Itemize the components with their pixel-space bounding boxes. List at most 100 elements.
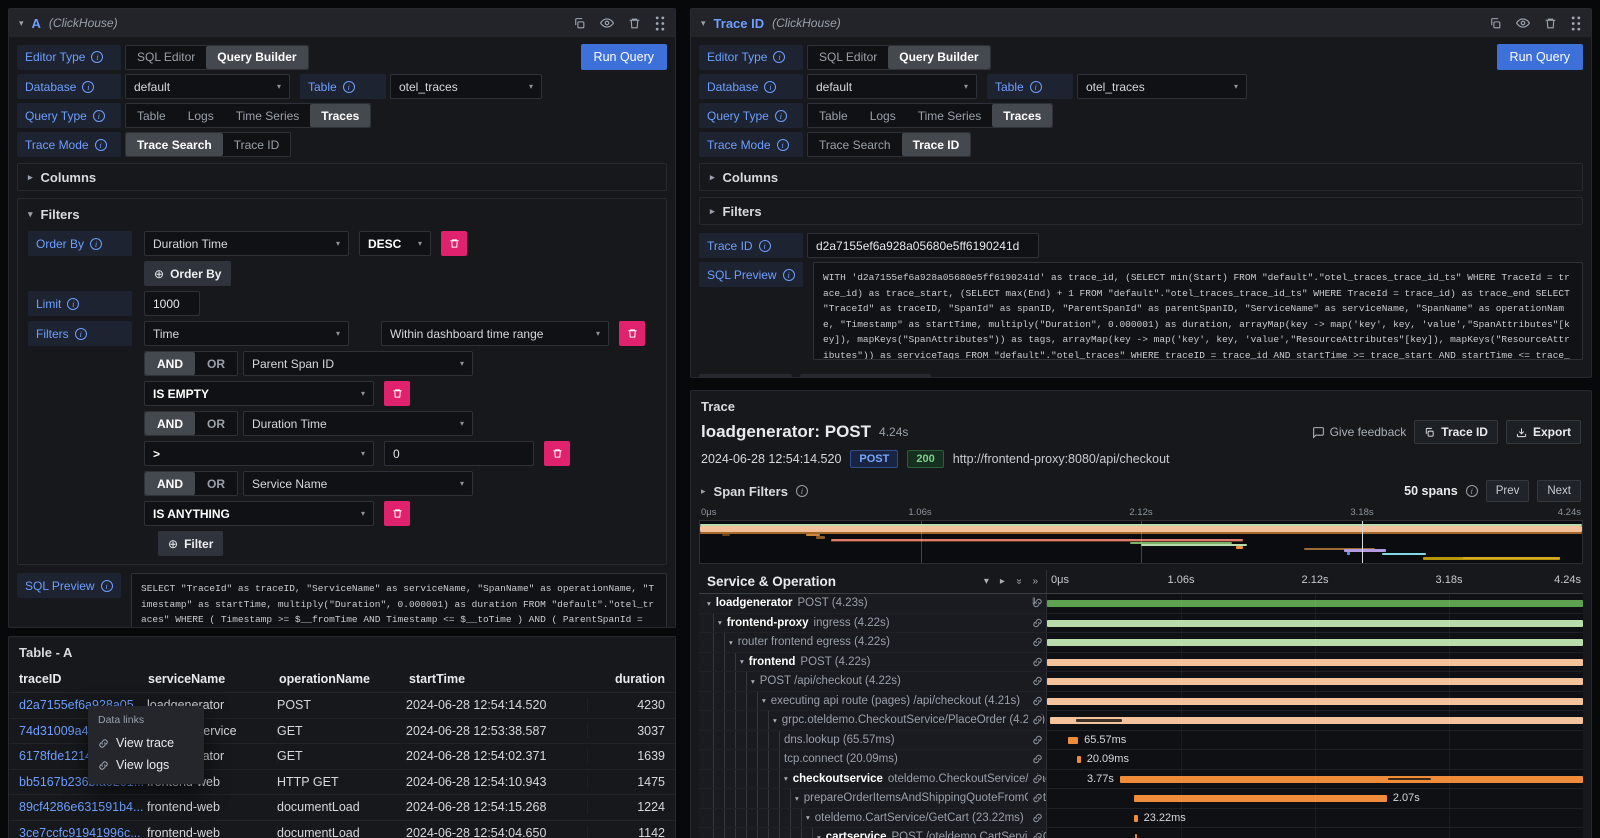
span-link-icon[interactable] (1028, 656, 1043, 667)
query-builder-option[interactable]: Query Builder (206, 46, 307, 69)
info-icon[interactable]: i (82, 81, 94, 93)
span-duration-bar[interactable] (1047, 639, 1583, 646)
database-select[interactable]: default▾ (807, 74, 977, 99)
duplicate-query-icon[interactable] (573, 17, 586, 30)
run-query-button[interactable]: Run Query (1497, 44, 1583, 70)
span-duration-bar[interactable] (1068, 737, 1078, 744)
condition-operator-select[interactable]: IS EMPTY▾ (144, 381, 374, 406)
view-trace-link[interactable]: View trace (98, 732, 194, 754)
span-duration-bar[interactable] (1134, 795, 1387, 802)
trace-id-link[interactable]: 3ce7ccfc91941996c... (19, 826, 148, 838)
span-link-icon[interactable] (1028, 637, 1043, 648)
query-builder-option[interactable]: Query Builder (888, 46, 989, 69)
span-name-cell[interactable]: dns.lookup (65.57ms) (699, 731, 1047, 750)
span-name-cell[interactable]: tcp.connect (20.09ms) (699, 750, 1047, 769)
info-icon[interactable]: i (95, 139, 107, 151)
trace-search-option[interactable]: Trace Search (126, 133, 223, 156)
remove-order-by-button[interactable] (441, 231, 467, 256)
span-link-icon[interactable] (1028, 793, 1043, 804)
limit-input[interactable]: 1000 (144, 291, 200, 316)
chevron-down-icon[interactable]: ▾ (718, 618, 722, 627)
info-icon[interactable]: i (1030, 81, 1042, 93)
give-feedback-button[interactable]: Give feedback (1312, 425, 1407, 439)
chevron-down-icon[interactable]: ▾ (784, 774, 788, 783)
column-header-duration[interactable]: duration (591, 672, 665, 686)
info-icon[interactable]: i (75, 328, 87, 340)
span-link-icon[interactable] (1028, 734, 1043, 745)
span-link-icon[interactable] (1028, 715, 1043, 726)
chevron-down-icon[interactable]: ▾ (740, 657, 744, 666)
span-bar-cell[interactable] (1047, 614, 1583, 633)
trace-id-input[interactable]: d2a7155ef6a928a05680e5ff6190241d (807, 233, 1039, 258)
span-name-cell[interactable]: ▾checkoutserviceoteldemo.CheckoutService… (699, 770, 1047, 789)
chevron-down-icon[interactable]: ▾ (817, 833, 821, 838)
span-link-icon[interactable] (1028, 832, 1043, 838)
span-link-icon[interactable] (1028, 754, 1043, 765)
panel-collapse-icon[interactable]: ▾ (701, 19, 706, 28)
panel-collapse-icon[interactable]: ▾ (19, 19, 24, 28)
add-filter-button[interactable]: ⊕Filter (158, 531, 223, 556)
collapse-all-icon[interactable]: » (1013, 579, 1024, 585)
copy-trace-id-button[interactable]: Trace ID (1414, 420, 1498, 444)
collapse-one-icon[interactable]: ▾ (984, 576, 989, 587)
order-by-field-select[interactable]: Duration Time▾ (144, 231, 349, 256)
column-header-trace-id[interactable]: traceID (19, 672, 148, 686)
query-type-logs[interactable]: Logs (177, 104, 225, 127)
query-type-traces[interactable]: Traces (310, 104, 370, 127)
column-header-operation[interactable]: operationName (279, 672, 409, 686)
info-icon[interactable]: i (67, 298, 79, 310)
add-order-by-button[interactable]: ⊕Order By (144, 261, 231, 286)
info-icon[interactable]: i (1466, 485, 1478, 497)
info-icon[interactable]: i (343, 81, 355, 93)
query-type-time-series[interactable]: Time Series (907, 104, 993, 127)
drag-handle-icon[interactable] (655, 16, 665, 31)
span-name-cell[interactable]: ▾frontendPOST (4.22s) (699, 653, 1047, 672)
trace-id-link[interactable]: 89cf4286e631591b4... (19, 800, 148, 814)
condition-operator-select[interactable]: >▾ (144, 441, 374, 466)
column-header-service[interactable]: serviceName (148, 672, 279, 686)
or-option[interactable]: OR (195, 472, 237, 495)
info-icon[interactable]: i (777, 139, 789, 151)
span-name-cell[interactable]: ▾prepareOrderItemsAndShippingQuoteFromCa… (699, 789, 1047, 808)
span-name-cell[interactable]: ▾executing api route (pages) /api/checko… (699, 692, 1047, 711)
span-duration-bar[interactable] (1047, 659, 1583, 666)
span-name-cell[interactable]: ▾oteldemo.CartService/GetCart (23.22ms) (699, 809, 1047, 828)
span-name-cell[interactable]: ▾frontend-proxyingress (4.22s) (699, 614, 1047, 633)
chevron-down-icon[interactable]: ▾ (762, 696, 766, 705)
condition-value-input[interactable]: 0 (384, 441, 534, 466)
chevron-down-icon[interactable]: ▾ (751, 677, 755, 686)
condition-field-select[interactable]: Parent Span ID▾ (243, 351, 473, 376)
next-button[interactable]: Next (1537, 480, 1581, 502)
span-bar-cell[interactable] (1047, 653, 1583, 672)
info-icon[interactable]: i (764, 81, 776, 93)
filters-section-header[interactable]: ▾ Filters (28, 207, 656, 222)
span-bar-cell[interactable]: 65.57ms (1047, 731, 1583, 750)
minimap-canvas[interactable] (699, 520, 1583, 564)
span-name-cell[interactable]: ▾loadgeneratorPOST (4.23s) (699, 594, 1047, 613)
drag-handle-icon[interactable] (1571, 16, 1581, 31)
span-filters-label[interactable]: Span Filters (714, 484, 788, 499)
and-option[interactable]: AND (145, 412, 195, 435)
info-icon[interactable]: i (90, 238, 102, 250)
condition-field-select[interactable]: Duration Time▾ (243, 411, 473, 436)
query-type-traces[interactable]: Traces (992, 104, 1052, 127)
filters-section[interactable]: ▸ Filters (699, 197, 1583, 225)
span-duration-bar[interactable] (1050, 717, 1583, 724)
or-option[interactable]: OR (195, 352, 237, 375)
columns-section[interactable]: ▸ Columns (699, 163, 1583, 191)
chevron-down-icon[interactable]: ▾ (707, 599, 711, 608)
and-option[interactable]: AND (145, 352, 195, 375)
span-duration-bar[interactable] (1047, 698, 1583, 705)
span-bar-cell[interactable]: 20.09ms (1047, 750, 1583, 769)
expand-one-icon[interactable]: ▸ (1000, 576, 1005, 587)
remove-condition-button[interactable] (384, 501, 410, 526)
span-link-icon[interactable] (1028, 695, 1043, 706)
add-query-button[interactable]: +Add query (699, 374, 792, 378)
trace-search-option[interactable]: Trace Search (808, 133, 902, 156)
condition-operator-select[interactable]: IS ANYTHING▾ (144, 501, 374, 526)
filter-field-select[interactable]: Time▾ (144, 321, 349, 346)
span-bar-cell[interactable] (1047, 711, 1583, 730)
span-duration-bar[interactable] (1047, 678, 1583, 685)
column-header-start[interactable]: startTime (409, 672, 591, 686)
query-type-table[interactable]: Table (126, 104, 177, 127)
